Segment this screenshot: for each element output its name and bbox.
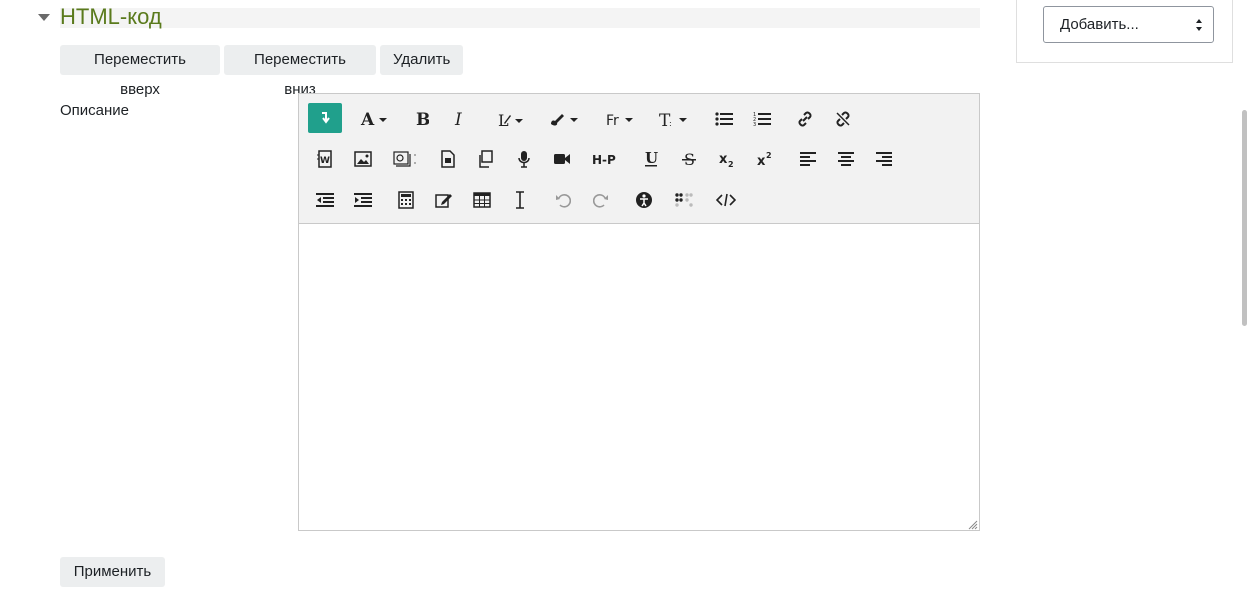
html-editor: A B I L Fr T: 123 W H-P U x 2 x 2	[298, 93, 980, 532]
align-left-icon[interactable]	[793, 144, 823, 174]
highlight-icon[interactable]	[544, 104, 584, 134]
redo-icon[interactable]	[586, 185, 616, 215]
editor-toolbar: A B I L Fr T: 123 W H-P U x 2 x 2	[298, 93, 980, 224]
section-header[interactable]: HTML-код	[36, 4, 980, 30]
italic-icon[interactable]: I	[445, 104, 475, 134]
align-center-icon[interactable]	[831, 144, 861, 174]
collapse-toolbar-icon[interactable]	[308, 103, 342, 133]
unordered-list-icon[interactable]	[709, 104, 739, 134]
svg-text:Fr: Fr	[606, 113, 619, 128]
video-icon[interactable]	[547, 144, 577, 174]
description-label: Описание	[60, 102, 130, 119]
svg-text:2: 2	[766, 151, 772, 160]
copy-icon[interactable]	[471, 144, 501, 174]
outdent-icon[interactable]	[310, 185, 340, 215]
add-block-select[interactable]: Добавить...	[1043, 6, 1214, 43]
h5p-icon[interactable]: H-P	[585, 144, 625, 174]
page-scrollbar[interactable]	[1242, 110, 1247, 326]
underline-icon[interactable]: U	[636, 144, 666, 174]
add-block-panel: Добавить...	[1016, 0, 1233, 63]
svg-text::: :	[669, 119, 672, 128]
microphone-icon[interactable]	[509, 144, 539, 174]
link-icon[interactable]	[790, 104, 820, 134]
svg-text:x: x	[757, 154, 766, 168]
svg-text:I: I	[454, 111, 462, 127]
svg-text:3: 3	[753, 122, 756, 127]
svg-text:2: 2	[728, 160, 734, 168]
calculator-icon[interactable]	[391, 185, 421, 215]
table-icon[interactable]	[467, 185, 497, 215]
image-icon[interactable]	[348, 144, 378, 174]
text-cursor-icon[interactable]	[505, 185, 535, 215]
screen-reader-icon[interactable]	[669, 185, 699, 215]
font-family-icon[interactable]: Fr	[599, 104, 639, 134]
move-down-button[interactable]: Переместить вниз	[224, 45, 376, 98]
editor-content-area[interactable]	[298, 223, 980, 531]
edit-icon[interactable]	[429, 185, 459, 215]
move-up-button[interactable]: Переместить вверх	[60, 45, 220, 98]
apply-button[interactable]: Применить	[60, 557, 165, 587]
delete-button[interactable]: Удалить	[380, 45, 463, 75]
add-block-select-value: Добавить...	[1060, 16, 1139, 33]
strikethrough-icon[interactable]: S	[674, 144, 704, 174]
image-gallery-icon[interactable]	[386, 144, 426, 174]
bold-icon[interactable]: B	[407, 104, 437, 134]
font-size-icon[interactable]: T:	[653, 104, 693, 134]
svg-text:U: U	[645, 150, 658, 167]
style-icon[interactable]: L	[491, 105, 531, 135]
subscript-icon[interactable]: x2	[712, 144, 742, 174]
unlink-icon[interactable]	[828, 104, 858, 134]
html-source-icon[interactable]	[711, 185, 741, 215]
accessibility-icon[interactable]	[629, 185, 659, 215]
collapse-caret-icon[interactable]	[38, 14, 50, 21]
section-header-bar	[60, 8, 980, 28]
resize-grip-icon[interactable]	[968, 520, 978, 530]
font-color-icon[interactable]: A	[355, 104, 395, 134]
ordered-list-icon[interactable]: 123	[747, 104, 777, 134]
section-title[interactable]: HTML-код	[60, 4, 162, 30]
superscript-icon[interactable]: x2	[750, 144, 780, 174]
svg-text:H-P: H-P	[592, 153, 616, 167]
word-import-icon[interactable]: W	[310, 144, 340, 174]
align-right-icon[interactable]	[869, 144, 899, 174]
select-arrows-icon	[1196, 19, 1202, 31]
svg-text:x: x	[719, 152, 728, 167]
svg-text:A: A	[360, 110, 375, 128]
svg-text:W: W	[320, 156, 330, 166]
indent-icon[interactable]	[348, 185, 378, 215]
page: HTML-код Переместить вверх Переместить в…	[0, 0, 1250, 599]
undo-icon[interactable]	[548, 185, 578, 215]
svg-text:B: B	[416, 111, 429, 127]
document-icon[interactable]	[433, 144, 463, 174]
